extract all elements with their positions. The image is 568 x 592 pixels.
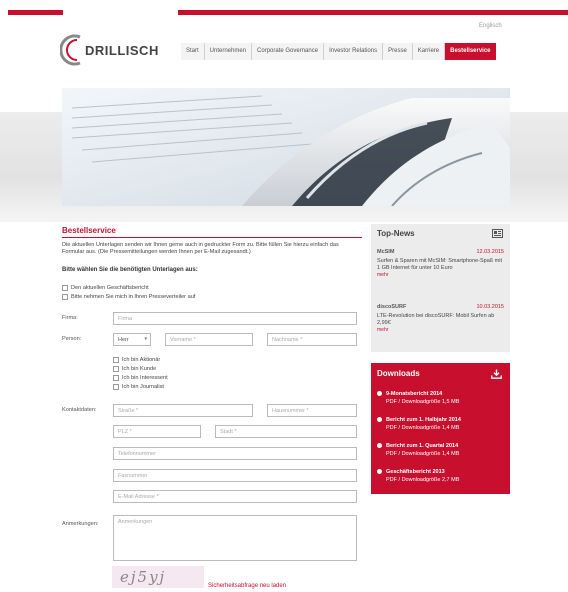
checkbox[interactable] bbox=[113, 366, 119, 372]
bullet-icon bbox=[377, 417, 382, 423]
language-link[interactable]: Englisch bbox=[479, 23, 502, 29]
contact-label: Kontaktdaten: bbox=[62, 407, 97, 413]
phone-input[interactable]: Telefonnummer bbox=[113, 447, 357, 460]
news-more-link[interactable]: mehr bbox=[377, 272, 504, 278]
news-text: LTE-Revolution bei discoSURF: Mobil Surf… bbox=[377, 313, 495, 326]
download-size: PDF / Downloadgröße 1,4 MB bbox=[386, 451, 460, 457]
zip-input[interactable]: PLZ * bbox=[113, 425, 201, 438]
news-text: Surfen & Sparen mit McSIM: Smartphone-Sp… bbox=[377, 258, 503, 271]
checkbox[interactable] bbox=[113, 357, 119, 363]
download-icon bbox=[491, 369, 502, 379]
nav-investor-relations[interactable]: Investor Relations bbox=[323, 43, 383, 60]
checkbox[interactable] bbox=[113, 384, 119, 390]
remarks-label: Anmerkungen: bbox=[62, 521, 99, 527]
download-item[interactable]: Geschäftsbericht 2013 PDF / Downloadgröß… bbox=[377, 468, 505, 484]
checkbox[interactable] bbox=[113, 375, 119, 381]
captcha-image: ej5yj bbox=[112, 566, 204, 588]
nav-corporate-governance[interactable]: Corporate Governance bbox=[251, 43, 324, 60]
news-more-link[interactable]: mehr bbox=[377, 327, 504, 333]
news-date: 12.03.2015 bbox=[476, 249, 504, 255]
bullet-icon bbox=[377, 469, 382, 475]
logo-text[interactable]: DRILLISCH bbox=[85, 43, 159, 58]
form-intro: Die aktuellen Unterlagen senden wir Ihne… bbox=[62, 242, 339, 255]
news-date: 10.03.2015 bbox=[476, 304, 504, 310]
person-label: Person: bbox=[62, 336, 82, 342]
download-item[interactable]: Bericht zum 1. Halbjahr 2014 PDF / Downl… bbox=[377, 416, 505, 432]
salutation-select[interactable]: Herr ▾ bbox=[113, 333, 151, 346]
top-news-box: Top-News McSIM 12.03.2015 Surfen & Spare… bbox=[371, 224, 510, 352]
firstname-input[interactable]: Vorname * bbox=[165, 333, 253, 346]
fax-input[interactable]: Faxnummer bbox=[113, 469, 357, 482]
role-option[interactable]: Ich bin Aktionär bbox=[113, 357, 160, 363]
download-size: PDF / Downloadgröße 2,7 MB bbox=[386, 477, 460, 483]
email-input[interactable]: E-Mail Adresse * bbox=[113, 490, 357, 503]
downloads-box: Downloads 9-Monatsbericht 2014 PDF / Dow… bbox=[371, 363, 510, 494]
news-item[interactable]: McSIM 12.03.2015 Surfen & Sparen mit McS… bbox=[377, 249, 504, 278]
newspaper-hero-image bbox=[62, 88, 510, 206]
bullet-icon bbox=[377, 391, 382, 397]
salutation-value: Herr bbox=[118, 337, 129, 343]
document-option-label: Den aktuellen Geschäftsbericht bbox=[71, 285, 149, 291]
press-list-option-label: Bitte nehmen Sie mich in Ihren Pressever… bbox=[71, 294, 196, 300]
role-option[interactable]: Ich bin Interessent bbox=[113, 375, 168, 381]
documents-heading: Bitte wählen Sie die benötigten Unterlag… bbox=[62, 267, 198, 273]
nav-karriere[interactable]: Karriere bbox=[411, 43, 445, 60]
nav-unternehmen[interactable]: Unternehmen bbox=[203, 43, 252, 60]
top-news-title: Top-News bbox=[377, 229, 415, 238]
role-label: Ich bin Interessent bbox=[122, 375, 168, 381]
download-title: Geschäftsbericht 2013 bbox=[386, 469, 445, 475]
downloads-title: Downloads bbox=[377, 369, 420, 378]
title-divider bbox=[62, 237, 362, 238]
chevron-down-icon: ▾ bbox=[144, 336, 147, 342]
newspaper-icon bbox=[492, 229, 503, 238]
role-option[interactable]: Ich bin Kunde bbox=[113, 366, 156, 372]
checkbox[interactable] bbox=[62, 294, 68, 300]
form-title: Bestellservice bbox=[62, 226, 116, 235]
nav-start[interactable]: Start bbox=[181, 43, 204, 60]
street-input[interactable]: Straße * bbox=[113, 404, 253, 417]
news-item[interactable]: discoSURF 10.03.2015 LTE-Revolution bei … bbox=[377, 304, 504, 333]
role-label: Ich bin Journalist bbox=[122, 384, 164, 390]
order-form: Bestellservice Die aktuellen Unterlagen … bbox=[62, 226, 362, 589]
press-list-option[interactable]: Bitte nehmen Sie mich in Ihren Pressever… bbox=[62, 294, 195, 300]
remarks-textarea[interactable]: Anmerkungen bbox=[113, 515, 357, 561]
firma-input[interactable]: Firma bbox=[113, 312, 357, 325]
top-accent-bar-right bbox=[178, 10, 568, 15]
housenumber-input[interactable]: Hausnummer * bbox=[267, 404, 357, 417]
role-option[interactable]: Ich bin Journalist bbox=[113, 384, 164, 390]
download-size: PDF / Downloadgröße 1,5 MB bbox=[386, 399, 460, 405]
download-size: PDF / Downloadgröße 1,4 MB bbox=[386, 425, 460, 431]
download-item[interactable]: Bericht zum 1. Quartal 2014 PDF / Downlo… bbox=[377, 442, 505, 458]
city-input[interactable]: Stadt * bbox=[215, 425, 357, 438]
lastname-input[interactable]: Nachname * bbox=[267, 333, 357, 346]
nav-presse[interactable]: Presse bbox=[382, 43, 412, 60]
document-option[interactable]: Den aktuellen Geschäftsbericht bbox=[62, 285, 149, 291]
top-accent-bar-left bbox=[8, 10, 63, 15]
checkbox[interactable] bbox=[62, 285, 68, 291]
download-item[interactable]: 9-Monatsbericht 2014 PDF / Downloadgröße… bbox=[377, 390, 505, 406]
download-title: 9-Monatsbericht 2014 bbox=[386, 391, 443, 397]
download-title: Bericht zum 1. Halbjahr 2014 bbox=[386, 417, 461, 423]
firma-label: Firma: bbox=[62, 315, 78, 321]
download-title: Bericht zum 1. Quartal 2014 bbox=[386, 443, 459, 449]
main-navigation: Start Unternehmen Corporate Governance I… bbox=[181, 43, 496, 60]
bullet-icon bbox=[377, 443, 382, 449]
role-label: Ich bin Kunde bbox=[122, 366, 157, 372]
captcha-reload-link[interactable]: Sicherheitsabfrage neu laden bbox=[208, 583, 286, 589]
role-label: Ich bin Aktionär bbox=[122, 357, 161, 363]
nav-bestellservice[interactable]: Bestellservice bbox=[444, 43, 496, 60]
